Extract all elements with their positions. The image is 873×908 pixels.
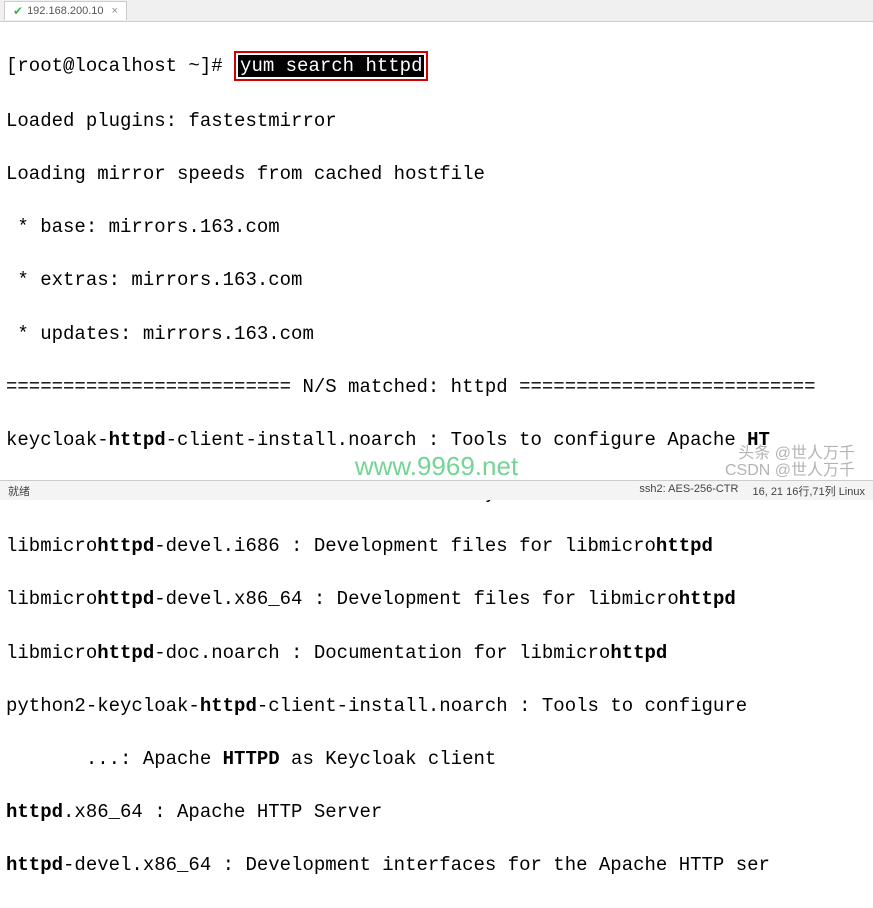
tab-bar: ✔ 192.168.200.10 × <box>0 0 873 22</box>
result-row: libmicrohttpd-devel.i686 : Development f… <box>6 533 867 560</box>
output-line: Loaded plugins: fastestmirror <box>6 108 867 135</box>
highlight-box: yum search httpd <box>234 51 428 82</box>
status-ready: 就绪 <box>8 483 30 499</box>
status-position: 16, 21 16行,71列 Linux <box>752 483 865 499</box>
result-row: python2-keycloak-httpd-client-install.no… <box>6 693 867 720</box>
result-row: libmicrohttpd-devel.x86_64 : Development… <box>6 586 867 613</box>
result-row: httpd-devel.x86_64 : Development interfa… <box>6 852 867 879</box>
command-text: yum search httpd <box>238 55 424 77</box>
output-line: Loading mirror speeds from cached hostfi… <box>6 161 867 188</box>
status-ssh: ssh2: AES-256-CTR <box>639 483 738 499</box>
session-tab[interactable]: ✔ 192.168.200.10 × <box>4 1 127 20</box>
terminal-output[interactable]: [root@localhost ~]# yum search httpd Loa… <box>0 22 873 908</box>
close-icon[interactable]: × <box>112 5 118 17</box>
tab-label: 192.168.200.10 <box>27 5 103 17</box>
result-row: httpd.x86_64 : Apache HTTP Server <box>6 799 867 826</box>
status-bar: 就绪 ssh2: AES-256-CTR 16, 21 16行,71列 Linu… <box>0 480 873 500</box>
result-row: keycloak-httpd-client-install.noarch : T… <box>6 427 867 454</box>
match-header: ========================= N/S matched: h… <box>6 374 867 401</box>
check-icon: ✔ <box>13 4 23 18</box>
output-line: * updates: mirrors.163.com <box>6 321 867 348</box>
output-line: * extras: mirrors.163.com <box>6 267 867 294</box>
result-row: libmicrohttpd-doc.noarch : Documentation… <box>6 640 867 667</box>
cmd-line: [root@localhost ~]# yum search httpd <box>6 51 867 82</box>
output-line: * base: mirrors.163.com <box>6 214 867 241</box>
result-row: ...: Apache HTTPD as Keycloak client <box>6 746 867 773</box>
prompt: [root@localhost ~]# <box>6 55 234 77</box>
